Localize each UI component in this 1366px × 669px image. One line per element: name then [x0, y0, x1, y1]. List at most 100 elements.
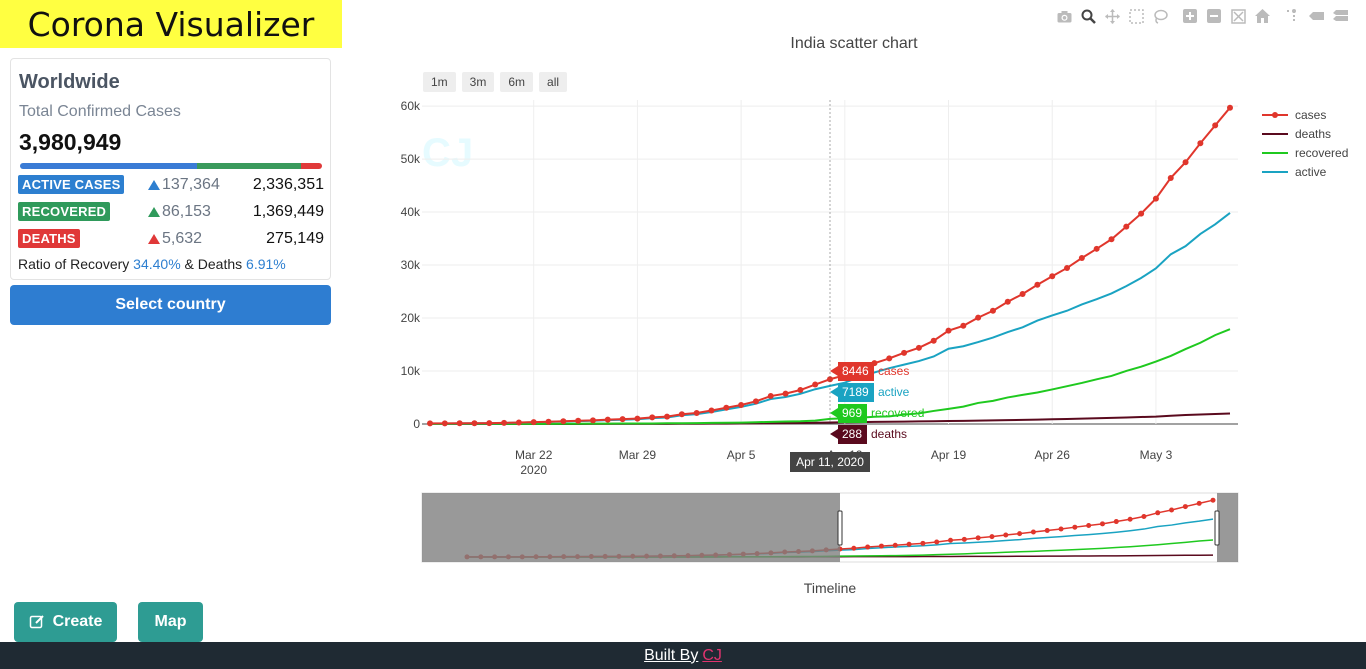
series-point-cases	[1064, 264, 1071, 271]
slider-point-cases	[1003, 532, 1009, 538]
series-point-cases	[886, 355, 893, 362]
slider-point-cases	[1086, 523, 1092, 529]
slider-point-cases	[1017, 531, 1023, 537]
series-point-cases	[604, 416, 611, 423]
hover-label-name: cases	[878, 364, 909, 378]
footer-author-link[interactable]: CJ	[702, 647, 722, 665]
slider-point-cases	[1141, 514, 1147, 520]
slider-point-cases	[1030, 529, 1036, 535]
y-tick-label: 50k	[401, 152, 421, 166]
slider-point-cases	[1182, 504, 1188, 510]
app-root: Corona Visualizer Worldwide Total Confir…	[0, 0, 1366, 669]
hover-label-name: deaths	[871, 427, 907, 441]
series-point-cases	[812, 381, 819, 388]
slider-point-cases	[1044, 527, 1050, 533]
hover-label-pointer	[830, 366, 838, 376]
series-point-cases	[545, 418, 552, 425]
series-point-cases	[1004, 298, 1011, 305]
hover-label-recovered: 969 recovered	[830, 404, 924, 423]
slider-point-cases	[1072, 524, 1078, 530]
legend-label-deaths: deaths	[1295, 127, 1331, 141]
series-point-cases	[1167, 174, 1174, 181]
series-point-cases	[767, 393, 774, 400]
series-point-cases	[1197, 140, 1204, 147]
x-tick-label: May 3	[1140, 448, 1173, 462]
series-point-cases	[1182, 159, 1189, 166]
series-point-cases	[915, 344, 922, 351]
slider-point-cases	[920, 540, 926, 546]
slider-point-cases	[989, 534, 995, 540]
range-slider-mask-right	[1217, 493, 1238, 562]
hover-label-value: 969	[842, 406, 862, 420]
series-point-cases	[619, 416, 626, 423]
x-tick-label: Mar 22	[515, 448, 553, 462]
hover-label-cases: 8446 cases	[830, 362, 909, 381]
hover-label-active: 7189 active	[830, 383, 910, 402]
series-point-cases	[1093, 245, 1100, 252]
series-point-cases	[456, 420, 463, 427]
slider-point-cases	[906, 541, 912, 547]
range-slider-mask-left	[422, 493, 840, 562]
hover-label-pointer	[830, 408, 838, 418]
series-point-cases	[560, 418, 567, 425]
series-point-cases	[471, 420, 478, 427]
y-tick-label: 60k	[401, 99, 421, 113]
slider-point-cases	[1155, 510, 1161, 516]
slider-point-cases	[1113, 519, 1119, 525]
legend-label-recovered: recovered	[1295, 146, 1348, 160]
x-tick-label: Apr 19	[931, 448, 967, 462]
hover-label-pointer	[830, 429, 838, 439]
series-point-cases	[441, 420, 448, 427]
india-scatter-chart[interactable]: CJ 0 10k 20k 30k 40k 50k 60k Mar 222020 Mar 29 Apr…	[0, 0, 1366, 640]
series-point-cases	[1152, 195, 1159, 202]
series-point-cases	[649, 414, 656, 421]
x-tick-label: Apr 5	[727, 448, 756, 462]
slider-point-cases	[878, 543, 884, 549]
series-point-cases	[930, 337, 937, 344]
slider-point-cases	[1169, 507, 1175, 513]
legend-label-cases: cases	[1295, 108, 1326, 122]
slider-point-cases	[1099, 521, 1105, 527]
series-point-cases	[1108, 236, 1115, 243]
slider-point-cases	[1058, 526, 1064, 532]
series-point-cases	[486, 420, 493, 427]
hover-label-deaths: 288 deaths	[830, 425, 907, 444]
slider-point-cases	[1196, 500, 1202, 506]
legend-label-active: active	[1295, 165, 1327, 179]
slider-point-cases	[934, 539, 940, 545]
slider-point-cases	[892, 542, 898, 548]
series-point-cases	[1019, 291, 1026, 298]
series-point-cases	[708, 407, 715, 414]
timeline-label: Timeline	[804, 580, 857, 596]
slider-point-cases	[1127, 516, 1133, 522]
slider-point-cases	[851, 545, 857, 551]
series-point-cases	[723, 404, 730, 411]
y-tick-label: 10k	[401, 364, 421, 378]
series-point-cases	[1138, 210, 1145, 217]
slider-point-cases	[975, 535, 981, 541]
series-point-cases	[1227, 104, 1233, 111]
series-point-cases	[975, 314, 982, 321]
series-point-cases	[575, 417, 582, 424]
series-point-cases	[530, 419, 537, 426]
series-point-cases	[901, 349, 908, 356]
series-point-cases	[589, 417, 596, 424]
series-point-cases	[960, 322, 967, 329]
slider-point-cases	[961, 536, 967, 542]
series-point-cases	[738, 401, 745, 408]
hover-label-value: 288	[842, 427, 862, 441]
legend-marker-cases	[1272, 112, 1278, 118]
series-point-cases	[664, 413, 671, 420]
y-tick-label: 20k	[401, 311, 421, 325]
series-point-cases	[678, 411, 685, 418]
slider-point-cases	[1210, 497, 1216, 503]
series-point-cases	[1078, 255, 1085, 262]
hover-label-name: recovered	[871, 406, 924, 420]
series-point-cases	[1123, 223, 1130, 230]
y-tick-label: 40k	[401, 205, 421, 219]
hover-label-value: 7189	[842, 385, 869, 399]
y-tick-label: 0	[413, 417, 420, 431]
x-tick-label: 2020	[520, 463, 547, 477]
hover-label-pointer	[830, 387, 838, 397]
series-point-cases	[1034, 281, 1041, 288]
